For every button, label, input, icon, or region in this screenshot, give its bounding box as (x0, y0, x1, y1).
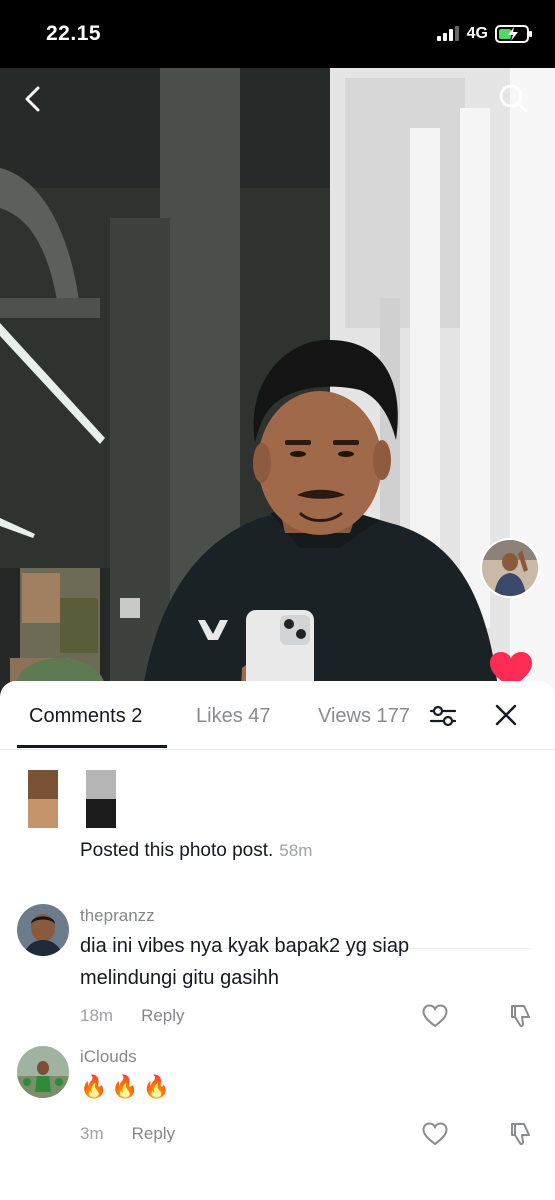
post-photo[interactable] (0, 68, 555, 708)
reply-button[interactable]: Reply (141, 1006, 184, 1025)
commenter-avatar[interactable] (17, 904, 69, 956)
gym-selfie-image (0, 68, 555, 708)
signal-icon (436, 26, 459, 41)
comment-username[interactable]: iClouds (80, 1047, 137, 1067)
comment-item: thepranzz dia ini vibes nya kyak bapak2 … (0, 901, 555, 1031)
tab-bar: Comments 2 Likes 47 Views 177 (0, 681, 555, 750)
close-icon[interactable] (494, 703, 518, 727)
tab-comments[interactable]: Comments 2 (29, 705, 142, 728)
tab-likes[interactable]: Likes 47 (196, 705, 271, 728)
comment-meta: 3m Reply (80, 1124, 175, 1144)
heart-outline-icon[interactable] (422, 1004, 448, 1028)
heart-outline-icon[interactable] (422, 1122, 448, 1146)
comment-time: 18m (80, 1006, 114, 1025)
dislike-icon[interactable] (507, 1003, 533, 1029)
commenter-avatar-image (17, 1046, 69, 1098)
sliders-icon[interactable] (428, 701, 458, 731)
status-indicators: 4G (436, 24, 533, 44)
commenter-avatar-image (17, 904, 69, 956)
posted-time: 58m (279, 841, 313, 860)
author-avatar[interactable] (480, 538, 540, 598)
status-bar: 22.15 4G (0, 0, 555, 68)
status-time: 22.15 (46, 22, 102, 45)
battery-charging-icon (495, 25, 532, 43)
posted-text: Posted this photo post. (80, 840, 274, 861)
author-avatar-redacted (28, 770, 58, 828)
comments-sheet: Comments 2 Likes 47 Views 177 Posted thi… (0, 681, 555, 1200)
comment-meta: 18m Reply (80, 1006, 185, 1026)
post-info: Posted this photo post. 58m (0, 749, 555, 949)
network-type: 4G (466, 25, 488, 42)
author-name-redacted (86, 770, 116, 828)
comment-username[interactable]: thepranzz (80, 906, 155, 926)
search-icon[interactable] (497, 82, 529, 114)
comment-item: iClouds 🔥🔥🔥 3m Reply (0, 1043, 555, 1153)
active-tab-indicator (17, 745, 167, 748)
posted-caption: Posted this photo post. 58m (80, 840, 312, 862)
comment-time: 3m (80, 1124, 104, 1143)
reply-button[interactable]: Reply (132, 1124, 175, 1143)
dislike-icon[interactable] (507, 1121, 533, 1147)
comment-text: 🔥🔥🔥 (80, 1075, 175, 1100)
tab-views[interactable]: Views 177 (318, 705, 414, 728)
chevron-left-icon[interactable] (18, 84, 48, 114)
commenter-avatar[interactable] (17, 1046, 69, 1098)
comment-text: dia ini vibes nya kyak bapak2 yg siap me… (80, 935, 410, 989)
author-avatar-image (482, 540, 538, 596)
